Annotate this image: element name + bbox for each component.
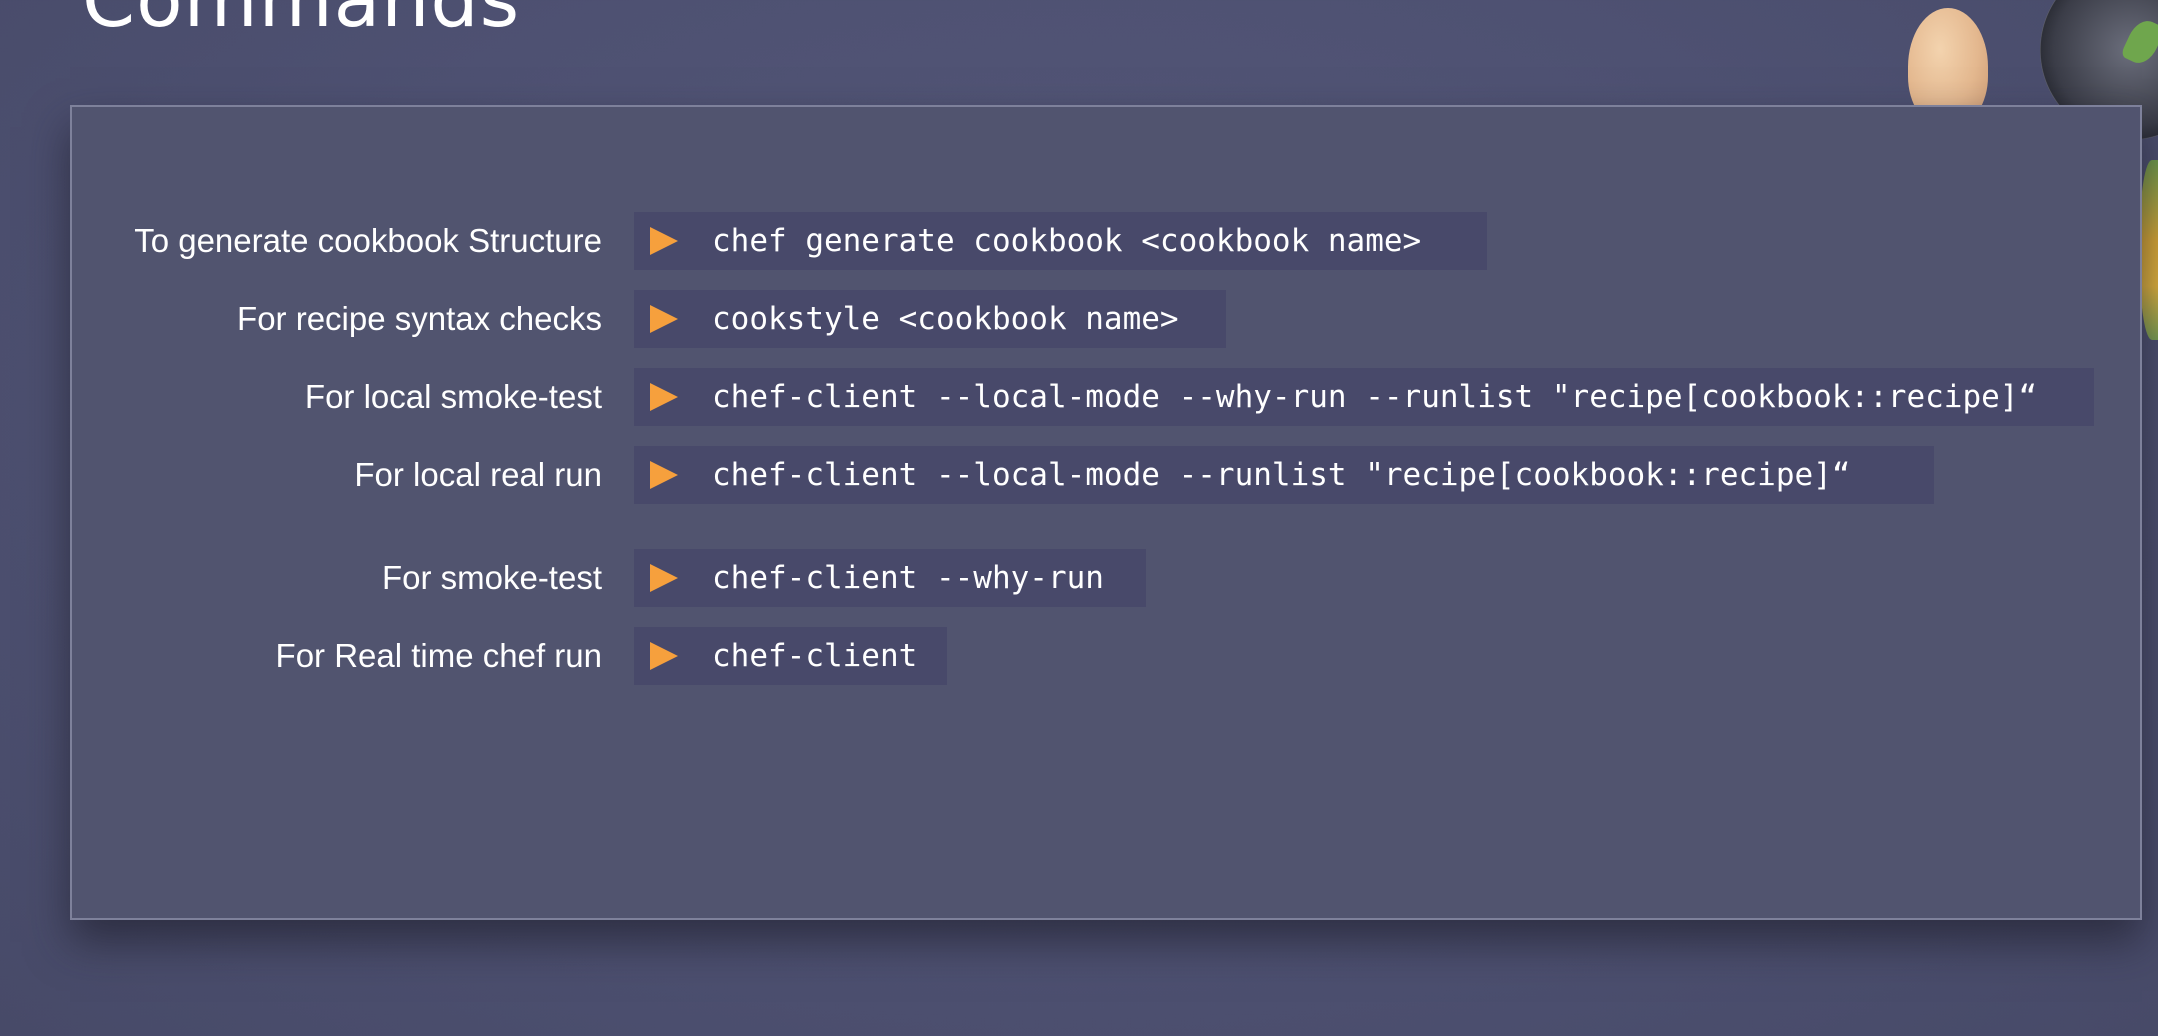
commands-panel: To generate cookbook Structure chef gene… [70,105,2142,920]
orange-triangle-icon [650,227,678,255]
command-text: chef generate cookbook <cookbook name> [712,223,1422,259]
command-text: chef-client --local-mode --why-run --run… [712,379,2038,415]
command-box: chef-client --local-mode --runlist "reci… [634,446,1934,504]
command-label: For local smoke-test [304,378,602,415]
command-label: For Real time chef run [275,637,602,674]
command-row-local-real-run: For local real run chef-client --local-m… [72,446,2132,504]
garnish-illustration [2140,160,2158,340]
orange-triangle-icon [650,305,678,333]
orange-triangle-icon [650,642,678,670]
command-label: For local real run [354,456,602,493]
command-row-local-smoke-test: For local smoke-test chef-client --local… [72,368,2132,426]
orange-triangle-icon [650,564,678,592]
command-box: chef-client --local-mode --why-run --run… [634,368,2094,426]
command-box: chef generate cookbook <cookbook name> [634,212,1487,270]
orange-triangle-icon [650,383,678,411]
command-row-generate-cookbook: To generate cookbook Structure chef gene… [72,212,2132,270]
command-text: cookstyle <cookbook name> [712,301,1179,337]
command-row-smoke-test: For smoke-test chef-client --why-run [72,549,2132,607]
command-text: chef-client --local-mode --runlist "reci… [712,457,1851,493]
command-box: chef-client [634,627,947,685]
command-box: cookstyle <cookbook name> [634,290,1226,348]
command-row-recipe-syntax: For recipe syntax checks cookstyle <cook… [72,290,2132,348]
orange-triangle-icon [650,461,678,489]
command-text: chef-client --why-run [712,560,1104,596]
command-box: chef-client --why-run [634,549,1146,607]
command-text: chef-client [712,638,918,674]
slide-title: Commands [82,0,520,38]
command-label: For recipe syntax checks [237,300,602,337]
command-row-real-time-run: For Real time chef run chef-client [72,627,2132,685]
command-label: For smoke-test [381,559,602,596]
command-label: To generate cookbook Structure [134,222,602,259]
